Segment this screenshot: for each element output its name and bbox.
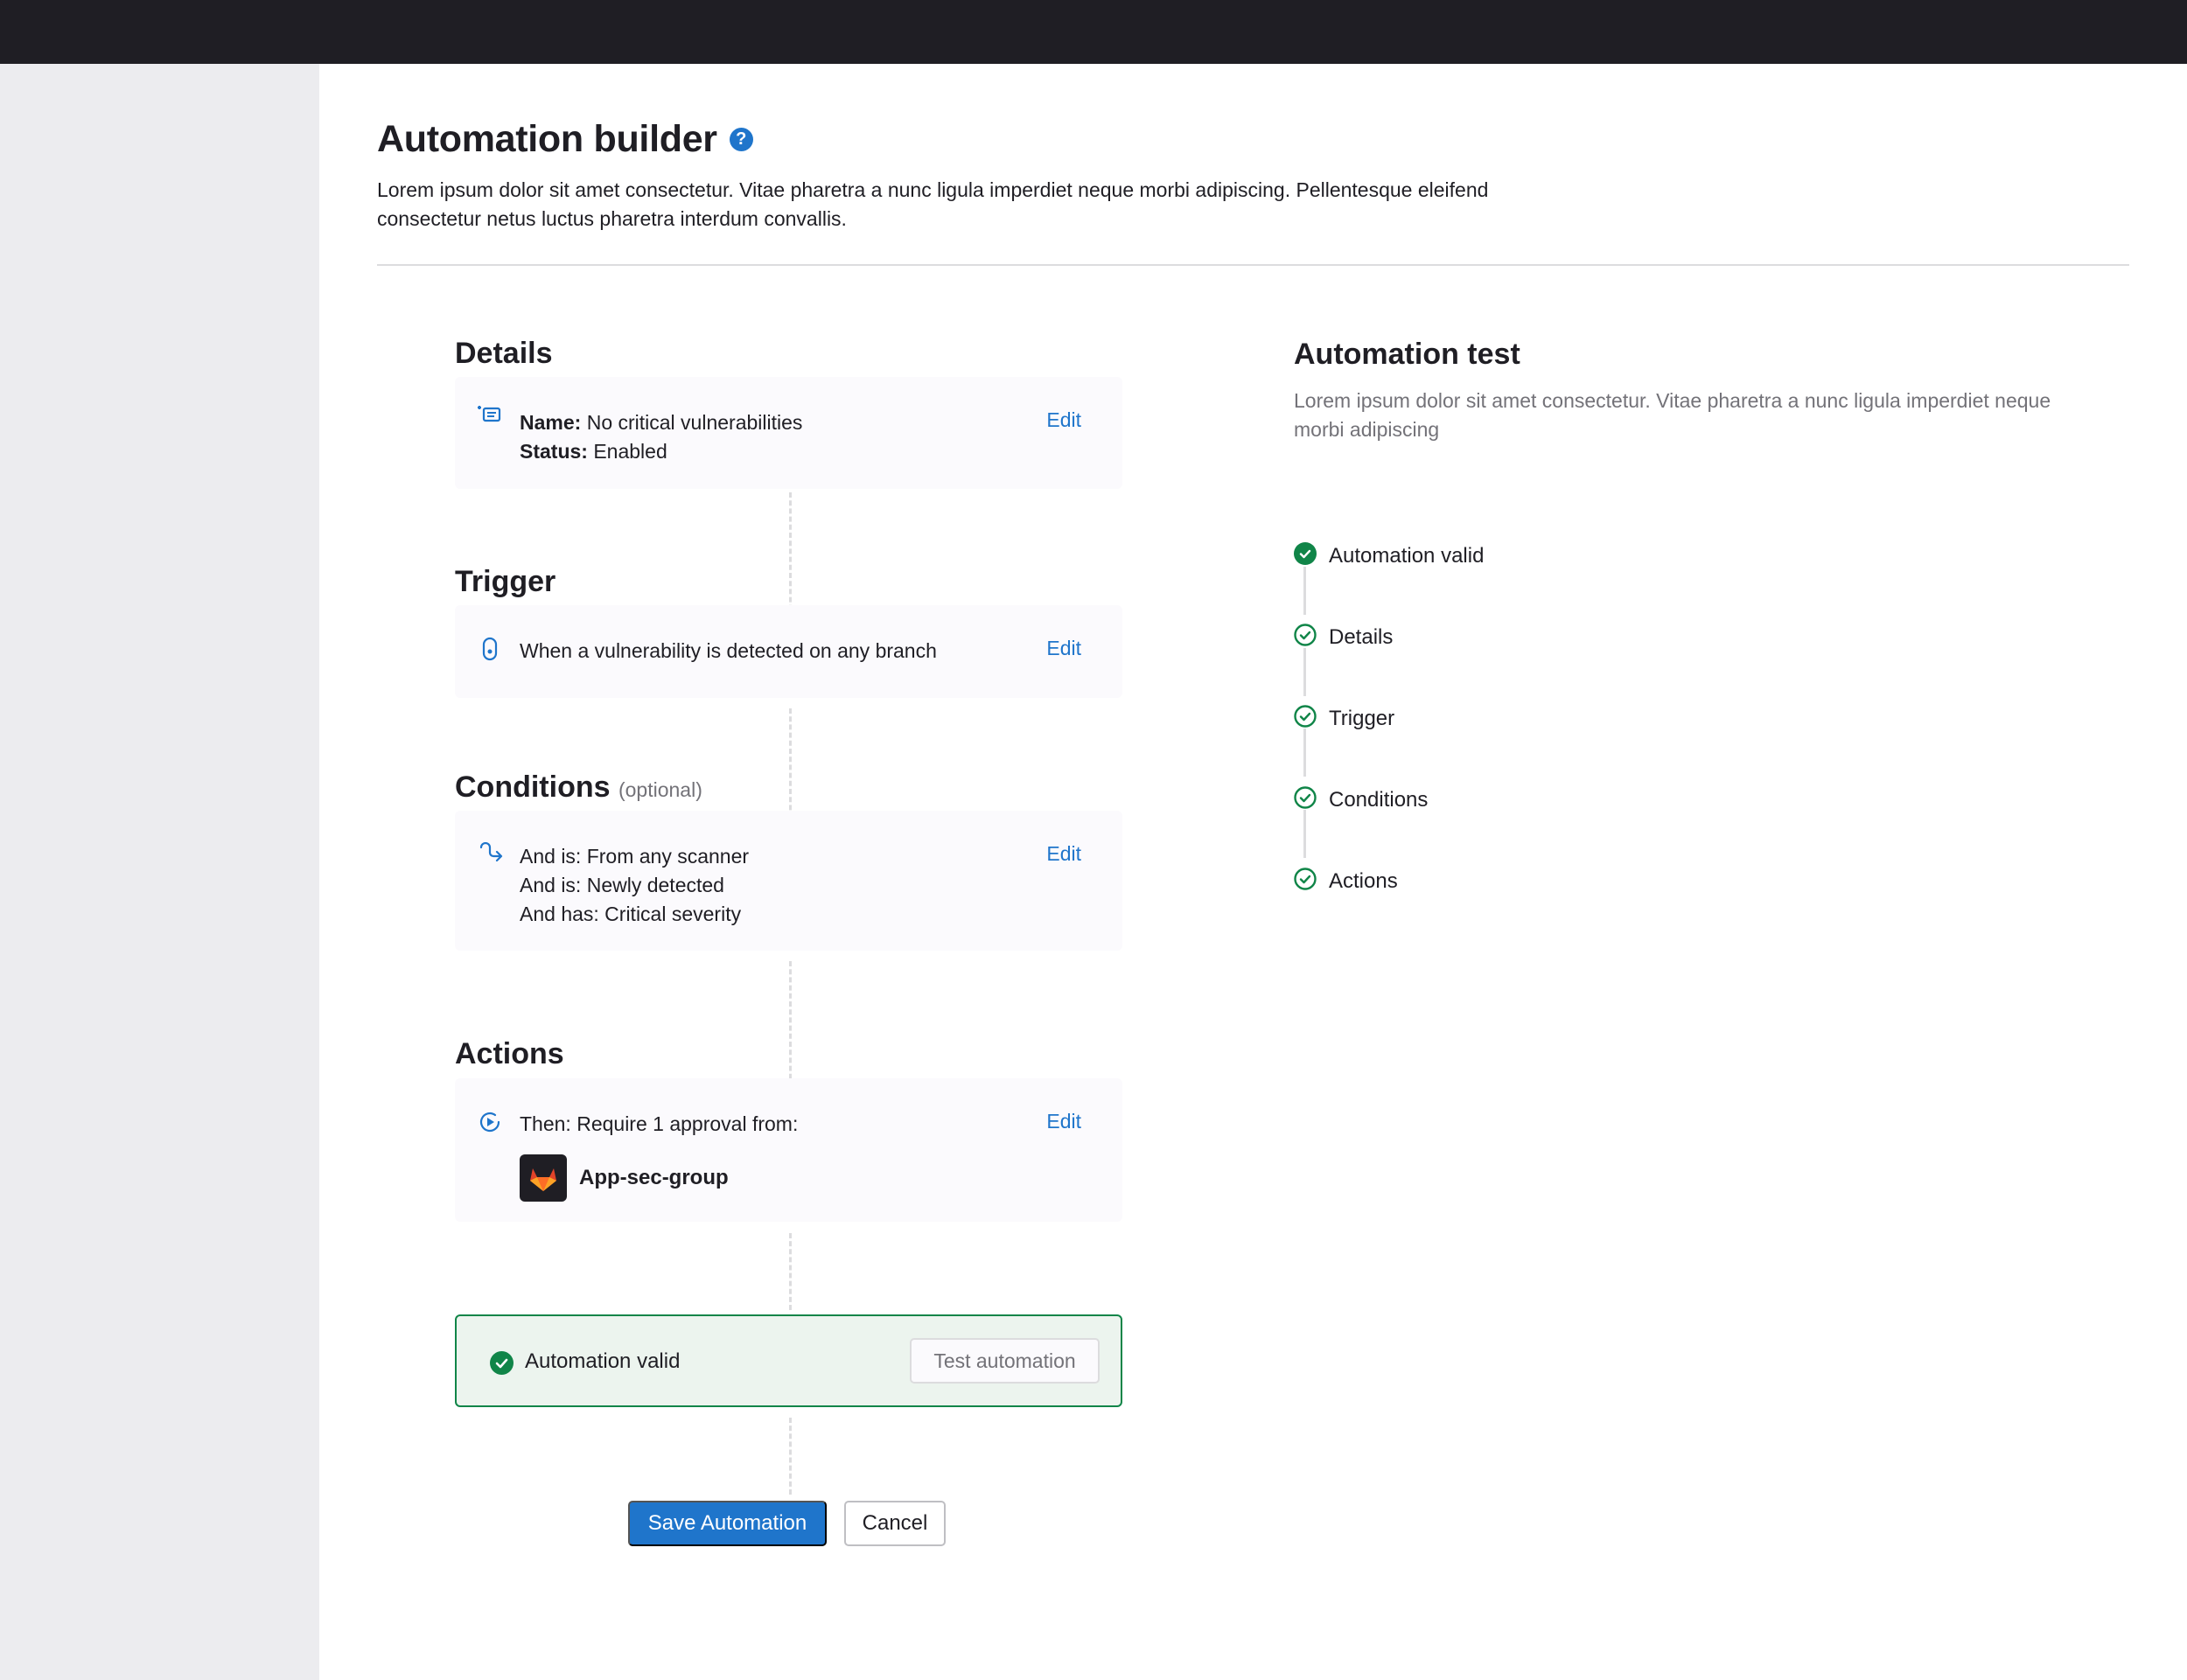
actions-section-title: Actions [455, 1037, 564, 1070]
details-text: Name: No critical vulnerabilities Status… [520, 408, 802, 466]
conditions-title-text: Conditions [455, 770, 611, 804]
conditions-text: And is: From any scanner And is: Newly d… [520, 842, 749, 929]
step-label: Automation valid [1329, 543, 1485, 568]
check-circle-filled-icon [1294, 542, 1317, 569]
name-label: Name: [520, 411, 582, 434]
check-circle-outline-icon [1294, 705, 1317, 732]
condition-line: And is: Newly detected [520, 874, 724, 896]
step-label: Details [1329, 624, 1394, 649]
page-title: Automation builder [377, 118, 717, 160]
flow-connector [789, 1233, 792, 1310]
actions-edit-link[interactable]: Edit [1046, 1110, 1081, 1133]
step-actions: Actions [1294, 868, 1398, 895]
conditions-section-title: Conditions (optional) [455, 770, 702, 805]
test-panel-description: Lorem ipsum dolor sit amet consectetur. … [1294, 389, 2051, 441]
validation-banner: Automation valid Test automation [455, 1314, 1122, 1407]
group-name: App-sec-group [579, 1166, 729, 1189]
help-icon[interactable]: ? [729, 128, 753, 151]
condition-line: And has: Critical severity [520, 903, 742, 925]
cancel-button[interactable]: Cancel [844, 1501, 946, 1546]
step-label: Conditions [1329, 787, 1429, 812]
gitlab-fox-icon [530, 1168, 556, 1191]
test-automation-button[interactable]: Test automation [910, 1338, 1100, 1384]
trigger-text: When a vulnerability is detected on any … [520, 639, 937, 662]
step-automation-valid: Automation valid [1294, 542, 1484, 569]
validation-label: Automation valid [525, 1349, 681, 1373]
step-connector [1303, 728, 1306, 777]
check-circle-outline-icon [1294, 786, 1317, 813]
check-circle-icon [490, 1351, 514, 1375]
actions-text: Then: Require 1 approval from: [520, 1112, 799, 1135]
step-label: Trigger [1329, 706, 1395, 730]
trigger-card: When a vulnerability is detected on any … [455, 605, 1122, 698]
header-divider [377, 264, 2129, 266]
name-value: No critical vulnerabilities [586, 411, 803, 434]
save-automation-button[interactable]: Save Automation [628, 1501, 827, 1546]
trigger-icon [478, 637, 502, 666]
left-sidebar [0, 64, 319, 1680]
page-header: Automation builder ? [377, 118, 753, 161]
group-avatar [520, 1154, 567, 1202]
trigger-section-title: Trigger [455, 565, 556, 598]
optional-label: (optional) [618, 778, 702, 801]
details-edit-link[interactable]: Edit [1046, 408, 1081, 432]
conditions-card: And is: From any scanner And is: Newly d… [455, 811, 1122, 951]
step-connector [1303, 648, 1306, 696]
trigger-edit-link[interactable]: Edit [1046, 637, 1081, 660]
approver-group: App-sec-group [520, 1154, 729, 1202]
step-connector [1303, 810, 1306, 858]
check-circle-outline-icon [1294, 868, 1317, 895]
step-trigger: Trigger [1294, 705, 1394, 732]
main-content: Automation builder ? Lorem ipsum dolor s… [319, 64, 2187, 1680]
actions-card: Then: Require 1 approval from: App-sec-g… [455, 1078, 1122, 1222]
conditions-icon [478, 841, 504, 869]
step-connector [1303, 567, 1306, 615]
top-navigation-bar [0, 0, 2187, 64]
conditions-edit-link[interactable]: Edit [1046, 842, 1081, 866]
status-value: Enabled [593, 440, 667, 463]
condition-line: And is: From any scanner [520, 845, 750, 868]
step-details: Details [1294, 624, 1393, 651]
check-circle-outline-icon [1294, 624, 1317, 651]
page-description: Lorem ipsum dolor sit amet consectetur. … [377, 178, 1489, 230]
step-label: Actions [1329, 868, 1398, 893]
status-label: Status: [520, 440, 588, 463]
actions-icon [478, 1110, 502, 1139]
step-conditions: Conditions [1294, 786, 1428, 813]
details-icon [478, 403, 502, 430]
details-card: Name: No critical vulnerabilities Status… [455, 377, 1122, 489]
test-panel-title: Automation test [1294, 338, 1520, 371]
details-section-title: Details [455, 337, 553, 370]
flow-connector [789, 1418, 792, 1495]
